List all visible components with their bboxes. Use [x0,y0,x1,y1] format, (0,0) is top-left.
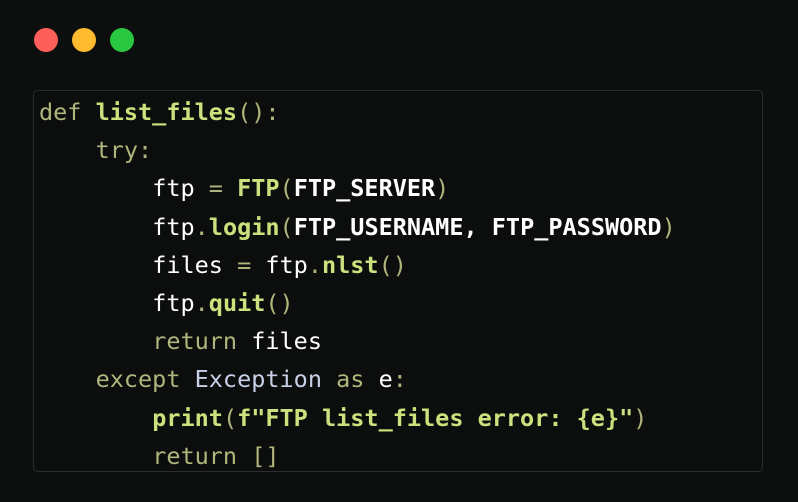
code-line: ftp = FTP(FTP_SERVER) [39,169,676,207]
code-line: return files [39,322,676,360]
code-token: FTP [237,174,280,203]
code-token: . [194,288,209,317]
code-token: login [208,212,280,241]
code-token: FTP_SERVER [293,174,436,203]
code-token: . [307,250,322,279]
code-token: = [208,174,238,203]
code-line: ftp.quit() [39,284,676,322]
code-line: except Exception as e: [39,360,676,398]
code-token: Exception [194,365,322,394]
code-token: . [194,212,209,241]
code-token: quit [208,288,266,317]
code-token: ) [661,212,676,241]
code-token: ) [435,174,450,203]
code-token: ( [222,403,238,432]
code-token: def [39,98,96,126]
code-line: print(f"FTP list_files error: {e}") [39,399,676,437]
code-token: () [265,288,294,317]
code-token: e [378,365,393,394]
code-editor-panel[interactable]: def list_files(): try: ftp = FTP(FTP_SER… [33,90,763,472]
code-line: return [] [39,437,676,471]
code-token: files [251,327,322,356]
code-token: print [152,403,223,432]
code-line: try: [39,131,676,169]
code-token: ftp [152,174,209,203]
code-token: files [152,250,238,279]
code-token: ftp [265,250,308,279]
minimize-window-icon[interactable] [72,28,96,52]
code-token: return [] [152,441,280,470]
code-token: ( [279,174,294,203]
code-token: (): [237,98,280,126]
code-window: def list_files(): try: ftp = FTP(FTP_SER… [0,0,798,502]
code-token: ftp [152,288,195,317]
code-line: ftp.login(FTP_USERNAME, FTP_PASSWORD) [39,208,676,246]
code-token: ) [633,403,648,432]
code-token: as [321,365,379,394]
code-token: f"FTP list_files error: {e}" [237,403,634,432]
code-token: ( [279,212,294,241]
code-token: FTP_USERNAME, FTP_PASSWORD [293,212,662,241]
code-token: = [237,250,266,279]
code-token: return [152,327,252,356]
code-block[interactable]: def list_files(): try: ftp = FTP(FTP_SER… [39,93,676,471]
close-window-icon[interactable] [34,28,58,52]
code-token: try: [95,136,153,165]
code-line: def list_files(): [39,93,676,131]
code-line: files = ftp.nlst() [39,246,676,284]
window-controls [34,28,134,52]
code-token: ftp [152,212,195,241]
code-token: () [378,250,407,279]
code-token: except [95,365,195,394]
code-token: nlst [321,250,379,279]
code-token: : [392,365,407,394]
code-token: list_files [95,98,238,126]
maximize-window-icon[interactable] [110,28,134,52]
